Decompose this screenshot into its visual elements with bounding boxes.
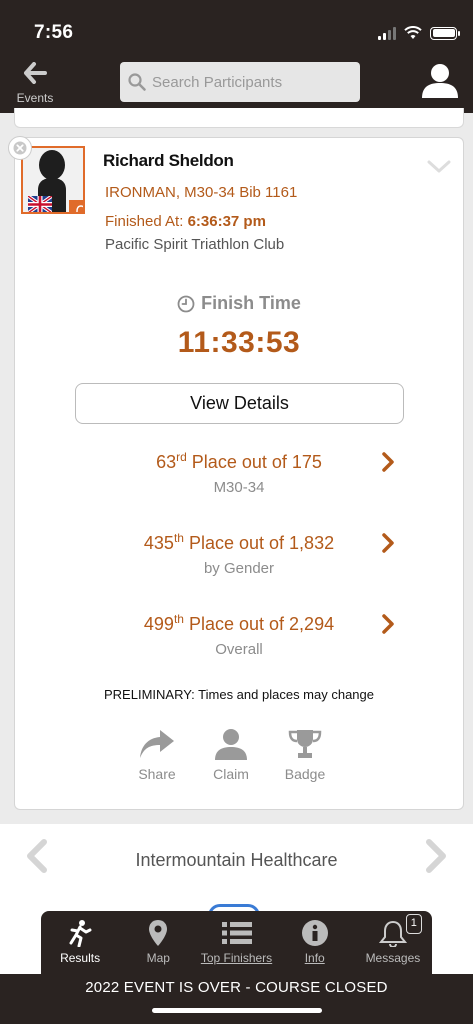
place-desc: Place out of 1,832	[188, 533, 335, 553]
bottom-tab-bar: Results Map Top Finishers Info 1 Message…	[41, 911, 432, 974]
place-desc: Place out of 2,294	[188, 614, 335, 634]
previous-card-edge	[14, 108, 464, 128]
remove-button[interactable]	[8, 136, 32, 160]
place-row-gender[interactable]: 435th Place out of 1,832 by Gender	[15, 531, 463, 577]
preliminary-note: PRELIMINARY: Times and places may change	[104, 687, 374, 702]
bell-icon	[76, 205, 83, 212]
finished-at-label: Finished At:	[105, 213, 184, 230]
top-header: 7:56 Events	[0, 0, 473, 113]
tab-label: Messages	[365, 951, 421, 965]
claim-button[interactable]: Claim	[209, 728, 253, 782]
search-icon	[128, 73, 146, 91]
place-rank: 499	[143, 614, 174, 634]
map-pin-icon	[149, 920, 168, 946]
trophy-icon	[288, 730, 322, 758]
place-rank: 435	[143, 533, 174, 553]
chevron-down-icon[interactable]	[427, 160, 451, 174]
home-indicator[interactable]	[152, 1008, 322, 1013]
finished-at-time: 6:36:37 pm	[187, 213, 266, 230]
share-button[interactable]: Share	[135, 728, 179, 782]
place-suffix: th	[173, 612, 184, 626]
place-suffix: rd	[176, 450, 187, 464]
signal-icon	[378, 26, 396, 40]
tab-label: Results	[60, 951, 101, 965]
tab-label: Info	[304, 951, 325, 965]
uk-flag-icon	[28, 196, 52, 212]
tab-label: Top Finishers	[200, 951, 273, 965]
close-icon	[13, 141, 27, 155]
tab-map[interactable]: Map	[119, 911, 197, 974]
event-status-text: 2022 EVENT IS OVER - COURSE CLOSED	[85, 979, 388, 996]
status-icons	[378, 26, 460, 40]
division-bib: IRONMAN, M30-34 Bib 1161	[105, 184, 298, 201]
badge-button[interactable]: Badge	[283, 728, 327, 782]
place-desc: Place out of 175	[191, 452, 322, 472]
view-details-button[interactable]: View Details	[75, 383, 404, 424]
person-icon	[215, 729, 247, 760]
status-time: 7:56	[34, 22, 74, 43]
chevron-right-icon[interactable]	[423, 838, 449, 874]
place-rank: 63	[156, 452, 177, 472]
search-input[interactable]	[152, 73, 352, 91]
battery-icon	[430, 26, 460, 40]
back-button[interactable]: Events	[14, 62, 56, 105]
place-row-division[interactable]: 63rd Place out of 175 M30-34	[15, 450, 463, 496]
place-text: 63rd Place out of 175	[15, 450, 463, 473]
wifi-icon	[404, 26, 422, 39]
share-label: Share	[138, 766, 176, 782]
athlete-name: Richard Sheldon	[103, 151, 234, 170]
tab-info[interactable]: Info	[276, 911, 354, 974]
place-text: 499th Place out of 2,294	[15, 612, 463, 635]
follow-bell-button[interactable]	[69, 200, 83, 212]
sponsor-name: Intermountain Healthcare	[135, 850, 338, 870]
tab-top-finishers[interactable]: Top Finishers	[197, 911, 275, 974]
chevron-right-icon	[382, 533, 394, 553]
claim-label: Claim	[213, 766, 249, 782]
bell-icon	[378, 920, 407, 947]
tab-messages[interactable]: 1 Messages	[354, 911, 432, 974]
tab-results[interactable]: Results	[41, 911, 119, 974]
back-label: Events	[16, 91, 54, 105]
tab-label: Map	[146, 951, 170, 965]
finished-at: Finished At: 6:36:37 pm	[105, 213, 266, 230]
finish-time-label: Finish Time	[201, 293, 301, 313]
search-box[interactable]	[120, 62, 360, 102]
action-row: Share Claim Badge	[135, 728, 327, 782]
place-suffix: th	[173, 531, 184, 545]
badge-label: Badge	[284, 766, 326, 782]
place-category: M30-34	[213, 479, 265, 496]
chevron-right-icon	[382, 452, 394, 472]
place-text: 435th Place out of 1,832	[15, 531, 463, 554]
list-icon	[221, 922, 252, 944]
info-icon	[301, 920, 328, 946]
place-category: Overall	[215, 641, 263, 658]
person-icon	[422, 64, 458, 98]
athlete-card: Richard Sheldon IRONMAN, M30-34 Bib 1161…	[8, 136, 464, 810]
place-category: by Gender	[203, 560, 275, 577]
message-count-badge: 1	[405, 914, 422, 934]
avatar[interactable]	[21, 146, 85, 214]
event-status-bar: 2022 EVENT IS OVER - COURSE CLOSED	[0, 974, 473, 1024]
chevron-right-icon	[382, 614, 394, 634]
finish-time-heading: Finish Time	[15, 293, 463, 314]
arrow-left-icon	[24, 62, 47, 84]
club-name: Pacific Spirit Triathlon Club	[105, 236, 285, 253]
finish-time-value: 11:33:53	[177, 326, 301, 359]
profile-button[interactable]	[421, 62, 459, 103]
clock-icon	[177, 295, 195, 312]
place-row-overall[interactable]: 499th Place out of 2,294 Overall	[15, 612, 463, 658]
share-icon	[140, 730, 174, 758]
runner-icon	[69, 920, 92, 947]
